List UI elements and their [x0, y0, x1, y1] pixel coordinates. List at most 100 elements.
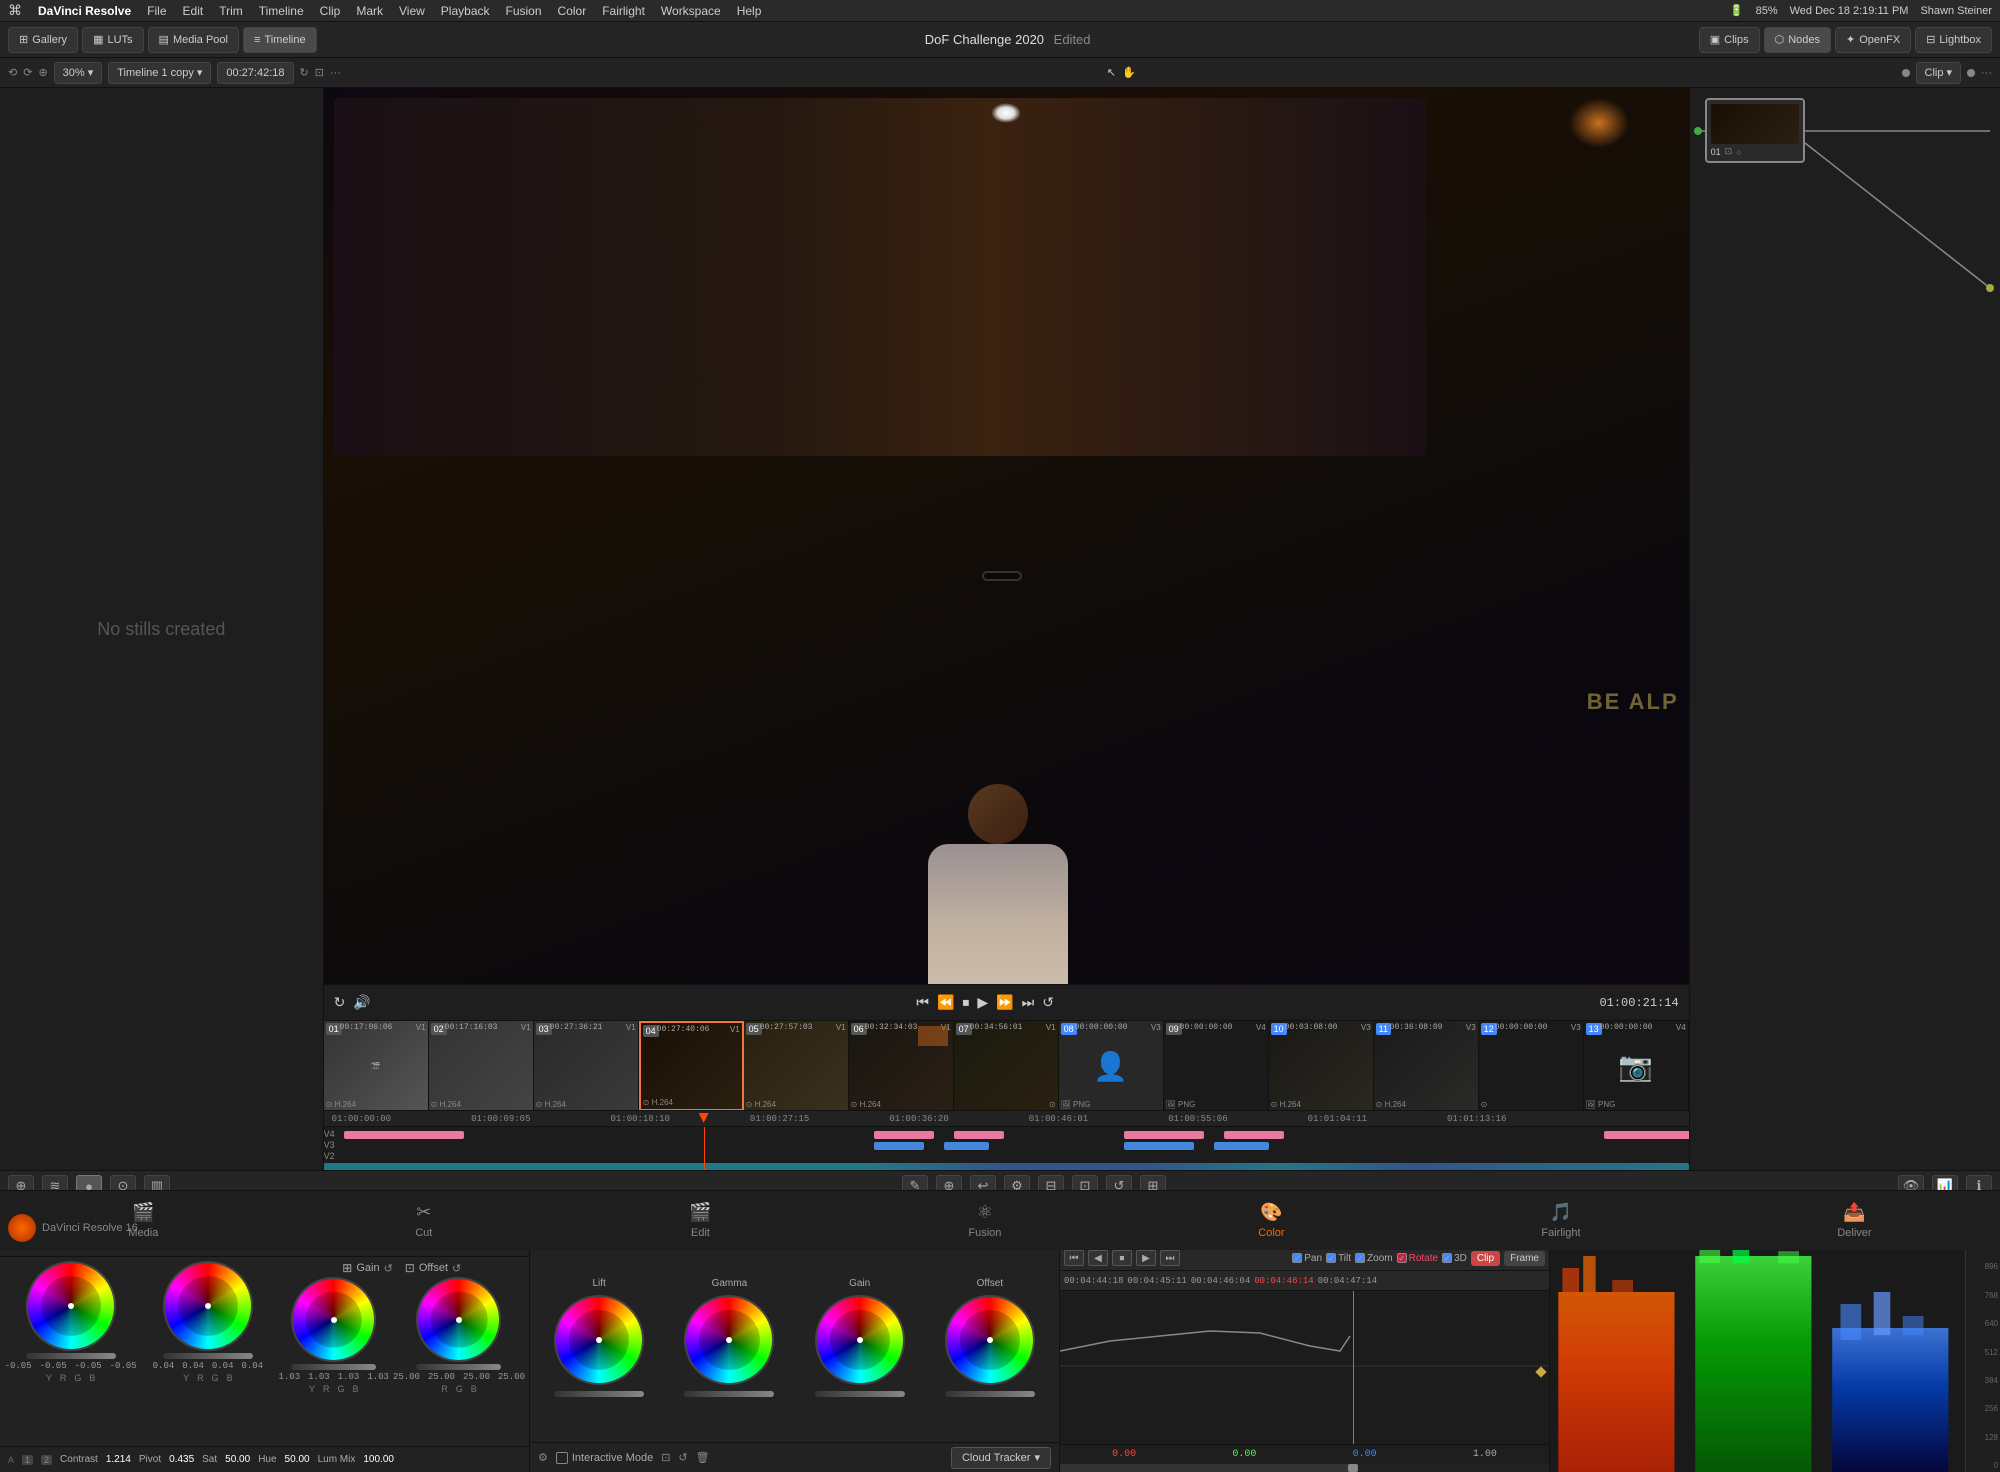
gallery-tab[interactable]: ⊞ Gallery: [8, 27, 78, 53]
menu-timeline[interactable]: Timeline: [259, 4, 304, 18]
gain-adjust-icon[interactable]: ⊞: [342, 1261, 352, 1275]
cloud-tracker-btn[interactable]: Cloud Tracker ▾: [951, 1447, 1051, 1469]
menu-color[interactable]: Color: [558, 4, 587, 18]
interactive-mode-check[interactable]: Interactive Mode: [556, 1452, 653, 1464]
lift-slider[interactable]: [26, 1353, 116, 1359]
timeline-tab[interactable]: ≡ Timeline: [243, 27, 317, 53]
gain-slider[interactable]: [291, 1364, 376, 1370]
node-01[interactable]: 01 ⊡ ○: [1705, 98, 1805, 163]
3d-checkbox[interactable]: ✓: [1442, 1253, 1452, 1263]
audio-icon[interactable]: 🔊: [353, 994, 370, 1011]
menu-fairlight[interactable]: Fairlight: [602, 4, 645, 18]
next-frame-btn[interactable]: ⏩: [996, 994, 1013, 1011]
clip-item[interactable]: 07 00:34:56:01 V1 ⊙: [954, 1021, 1059, 1110]
offset-wheel[interactable]: [416, 1277, 501, 1362]
tracker-3d-check[interactable]: ✓ 3D: [1442, 1253, 1467, 1264]
prev-frame-btn[interactable]: ⏪: [937, 994, 954, 1011]
nav-fusion[interactable]: ⚛ Fusion: [948, 1202, 1021, 1239]
zoom-checkbox[interactable]: ✓: [1355, 1253, 1365, 1263]
tracker-prev[interactable]: ◀: [1088, 1250, 1108, 1266]
loop-icon[interactable]: ↻: [334, 994, 346, 1011]
frame-mode-btn[interactable]: Frame: [1504, 1251, 1545, 1266]
tracker-pan-check[interactable]: ✓ Pan: [1292, 1253, 1322, 1264]
nav-edit[interactable]: 🎬 Edit: [669, 1202, 731, 1239]
clips-btn[interactable]: ▣ Clips: [1699, 27, 1760, 53]
tracker-rotate-check[interactable]: ✓ Rotate: [1397, 1253, 1438, 1264]
interactive-checkbox[interactable]: [556, 1452, 568, 1464]
clip-item[interactable]: 12 00:00:00:00 V3 ⊙: [1479, 1021, 1584, 1110]
loop2-icon[interactable]: ↺: [1042, 994, 1054, 1011]
icon-btn3[interactable]: 🗑: [696, 1451, 710, 1464]
primaries-offset-wheel[interactable]: [945, 1295, 1035, 1385]
clip-item-png[interactable]: 08 00:00:00:00 V3 👤 🖼 PNG: [1059, 1021, 1164, 1110]
primaries-gain-wheel[interactable]: [815, 1295, 905, 1385]
tracker-skip-end[interactable]: ⏭: [1160, 1250, 1180, 1266]
play-btn[interactable]: ▶: [977, 994, 988, 1011]
primaries-gamma-wheel[interactable]: [684, 1295, 774, 1385]
clip-item[interactable]: 09 00:00:00:00 V4 🖼 PNG: [1164, 1021, 1269, 1110]
menu-help[interactable]: Help: [737, 4, 762, 18]
menu-mark[interactable]: Mark: [356, 4, 383, 18]
hue-value[interactable]: 50.00: [285, 1454, 310, 1465]
primaries-lift-wheel[interactable]: [554, 1295, 644, 1385]
media-pool-tab[interactable]: ▤ Media Pool: [148, 27, 239, 53]
timeline-copy-selector[interactable]: Timeline 1 copy ▾: [108, 62, 211, 84]
tracker-zoom-check[interactable]: ✓ Zoom: [1355, 1253, 1393, 1264]
rotate-checkbox[interactable]: ✓: [1397, 1253, 1407, 1263]
skip-start-btn[interactable]: ⏮: [916, 994, 929, 1011]
tilt-checkbox[interactable]: ✓: [1326, 1253, 1336, 1263]
nav-deliver[interactable]: 📤 Deliver: [1817, 1202, 1891, 1239]
clip-item[interactable]: 03 00:27:36:21 V1 ⊙ H.264: [534, 1021, 639, 1110]
luts-tab[interactable]: ▦ LUTs: [82, 27, 143, 53]
pan-checkbox[interactable]: ✓: [1292, 1253, 1302, 1263]
tracker-skip-start[interactable]: ⏮: [1064, 1250, 1084, 1266]
tracker-tilt-check[interactable]: ✓ Tilt: [1326, 1253, 1351, 1264]
lift-wheel[interactable]: [26, 1261, 116, 1351]
menu-trim[interactable]: Trim: [219, 4, 243, 18]
gamma-wheel[interactable]: [163, 1261, 253, 1351]
tracker-scrubber[interactable]: [1060, 1464, 1549, 1472]
clip-item[interactable]: 05 00:27:57:03 V1 ⊙ H.264: [744, 1021, 849, 1110]
clip-item[interactable]: 02 00:17:16:03 V1 ⊙ H.264: [429, 1021, 534, 1110]
menu-edit[interactable]: Edit: [183, 4, 204, 18]
nav-cut[interactable]: ✂ Cut: [395, 1202, 452, 1239]
timecode-display[interactable]: 00:27:42:18: [217, 62, 293, 84]
clip-mode-btn[interactable]: Clip: [1471, 1251, 1500, 1266]
adjust-icon2[interactable]: ⚙: [538, 1451, 548, 1464]
menu-file[interactable]: File: [147, 4, 166, 18]
gain-wheel[interactable]: [291, 1277, 376, 1362]
icon-btn2[interactable]: ↺: [678, 1451, 687, 1464]
lum-mix-value[interactable]: 100.00: [363, 1454, 394, 1465]
openfx-btn[interactable]: ✦ OpenFX: [1835, 27, 1911, 53]
hand-icon[interactable]: ✋: [1122, 66, 1136, 79]
menu-clip[interactable]: Clip: [320, 4, 341, 18]
zoom-control[interactable]: 30% ▾: [54, 62, 103, 84]
gamma-slider[interactable]: [163, 1353, 253, 1359]
cursor-icon[interactable]: ↖: [1107, 66, 1116, 79]
clip-item-camera[interactable]: 13 00:00:00:00 V4 📷 🖼 PNG: [1584, 1021, 1689, 1110]
tracker-next[interactable]: ▶: [1136, 1250, 1156, 1266]
icon-btn1[interactable]: ⊡: [661, 1451, 670, 1464]
menu-view[interactable]: View: [399, 4, 425, 18]
nav-color[interactable]: 🎨 Color: [1238, 1202, 1304, 1239]
tracker-stop[interactable]: ⏹: [1112, 1250, 1132, 1266]
nodes-btn[interactable]: ⬡ Nodes: [1764, 27, 1831, 53]
menu-workspace[interactable]: Workspace: [661, 4, 721, 18]
lightbox-btn[interactable]: ⊟ Lightbox: [1915, 27, 1992, 53]
gain-reset-btn[interactable]: ↺: [384, 1262, 393, 1275]
pivot-value[interactable]: 0.435: [169, 1454, 194, 1465]
offset-reset-btn[interactable]: ↺: [452, 1262, 461, 1275]
clip-item[interactable]: 10 00:03:08:00 V3 ⊙ H.264: [1269, 1021, 1374, 1110]
clip-item-active[interactable]: 04 00:27:40:06 V1 ⊙ H.264: [639, 1021, 744, 1110]
contrast-value[interactable]: 1.214: [106, 1454, 131, 1465]
menu-fusion[interactable]: Fusion: [506, 4, 542, 18]
nav-fairlight[interactable]: 🎵 Fairlight: [1521, 1202, 1600, 1239]
offset-slider[interactable]: [416, 1364, 501, 1370]
clip-item[interactable]: 01 00:17:06:06 V1 🎬 ⊙ H.264: [324, 1021, 429, 1110]
sat-value[interactable]: 50.00: [225, 1454, 250, 1465]
tracker-scrubber-thumb[interactable]: [1348, 1464, 1358, 1472]
clip-item[interactable]: 06 00:32:34:03 V1 ⊙ H.264: [849, 1021, 954, 1110]
clip-mode-selector[interactable]: Clip ▾: [1916, 62, 1961, 84]
skip-end-btn[interactable]: ⏭: [1022, 994, 1035, 1011]
clip-item[interactable]: 11 00:36:08:09 V3 ⊙ H.264: [1374, 1021, 1479, 1110]
